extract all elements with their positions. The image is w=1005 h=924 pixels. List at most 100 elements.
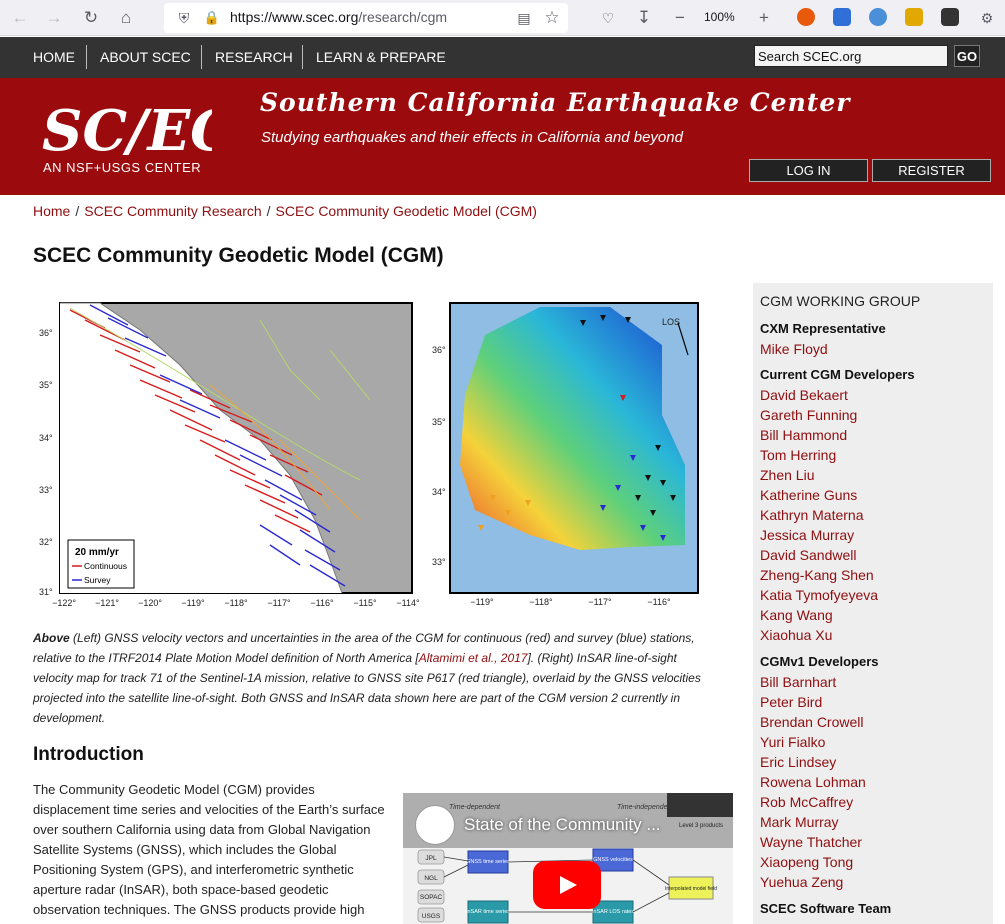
zoom-level[interactable]: 100%: [704, 10, 735, 24]
extension-badge-icon[interactable]: [905, 8, 923, 26]
person-link[interactable]: David Sandwell: [760, 547, 857, 563]
lon-tick: −119°: [181, 598, 205, 608]
person-link[interactable]: Xiaohua Xu: [760, 627, 832, 643]
pocket-icon[interactable]: ♡: [596, 6, 620, 30]
nav-about-scec[interactable]: ABOUT SCEC: [100, 49, 191, 65]
person-link[interactable]: Mark Murray: [760, 814, 839, 830]
back-icon[interactable]: ←: [8, 6, 32, 30]
lat-tick: 32°: [39, 537, 53, 547]
person-link[interactable]: Yuri Fialko: [760, 734, 825, 750]
login-button[interactable]: LOG IN: [749, 159, 868, 182]
zoom-out-icon[interactable]: −: [668, 6, 692, 30]
embedded-video[interactable]: Time-dependent Time-independent Level 3 …: [403, 793, 733, 924]
person-link[interactable]: Rob McCaffrey: [760, 794, 853, 810]
register-button[interactable]: REGISTER: [872, 159, 991, 182]
person-link[interactable]: Yuehua Zeng: [760, 874, 843, 890]
video-box-label: InSAR LOS rates: [592, 909, 634, 915]
lat-tick: 35°: [432, 417, 446, 427]
video-label: Level 3 products: [679, 823, 723, 829]
video-box-label: NGL: [424, 875, 438, 882]
lat-tick: 33°: [39, 485, 53, 495]
lon-tick: −117°: [267, 598, 291, 608]
person-link[interactable]: Zhen Liu: [760, 467, 814, 483]
breadcrumb-cgm[interactable]: SCEC Community Geodetic Model (CGM): [276, 203, 537, 219]
lat-tick: 36°: [432, 345, 446, 355]
bookmark-star-icon[interactable]: ☆: [540, 6, 564, 30]
legend-continuous: Continuous: [84, 561, 127, 571]
search-go-button[interactable]: GO: [954, 45, 980, 67]
nav-learn-prepare[interactable]: LEARN & PREPARE: [316, 49, 446, 65]
person-link[interactable]: Bill Hammond: [760, 427, 847, 443]
logo-subtitle: AN NSF+USGS CENTER: [43, 160, 202, 175]
video-box-label: InSAR time series: [466, 909, 510, 915]
lat-tick: 35°: [39, 380, 53, 390]
video-box-label: Interpolated model field: [665, 886, 717, 892]
person-link[interactable]: Katia Tymofyeyeva: [760, 587, 878, 603]
extension-dots-icon[interactable]: [941, 8, 959, 26]
person-link[interactable]: Mike Floyd: [760, 341, 828, 357]
breadcrumb-home[interactable]: Home: [33, 203, 70, 219]
person-link[interactable]: Eric Lindsey: [760, 754, 836, 770]
extension-s-icon[interactable]: [833, 8, 851, 26]
extension-duckduckgo-icon[interactable]: [797, 8, 815, 26]
lon-tick: −114°: [396, 598, 420, 608]
shield-icon[interactable]: ⛨: [172, 6, 196, 30]
person-link[interactable]: Bill Barnhart: [760, 674, 836, 690]
url-host: https://www.scec.org: [230, 9, 359, 25]
person-link[interactable]: Kathryn Materna: [760, 507, 864, 523]
person-link[interactable]: David Bekaert: [760, 387, 848, 403]
download-icon[interactable]: ↧: [632, 6, 656, 30]
person-link[interactable]: Peter Bird: [760, 694, 822, 710]
browser-toolbar: ← → ↻ ⌂ ⛨ 🔒 https://www.scec.org/researc…: [0, 0, 1005, 36]
person-link[interactable]: Rowena Lohman: [760, 774, 866, 790]
person-link[interactable]: Jessica Murray: [760, 527, 854, 543]
lon-tick: −120°: [138, 598, 162, 608]
zoom-in-icon[interactable]: +: [752, 6, 776, 30]
nav-research[interactable]: RESEARCH: [215, 49, 293, 65]
nav-home[interactable]: HOME: [33, 49, 75, 65]
lon-tick: −116°: [310, 598, 334, 608]
insar-los-map: LOS 36° 35° 34° 33° −119° −118° −117° −1…: [432, 302, 699, 607]
los-label: LOS: [662, 317, 680, 327]
person-link[interactable]: Kang Wang: [760, 607, 833, 623]
figure-caption: Above (Left) GNSS velocity vectors and u…: [33, 628, 713, 728]
site-search-input[interactable]: [754, 45, 948, 67]
person-link[interactable]: Gareth Funning: [760, 407, 857, 423]
person-link[interactable]: Brendan Crowell: [760, 714, 864, 730]
url-path: /research/cgm: [358, 9, 448, 25]
scec-logo[interactable]: SC/EC: [42, 88, 212, 158]
forward-icon[interactable]: →: [42, 6, 66, 30]
caption-citation-link[interactable]: Altamimi et al., 2017: [419, 651, 528, 665]
legend-title: 20 mm/yr: [75, 547, 119, 558]
lon-tick: −115°: [353, 598, 377, 608]
play-icon: [560, 876, 577, 894]
video-box-label: JPL: [425, 855, 437, 862]
lat-tick: 34°: [432, 487, 446, 497]
reload-icon[interactable]: ↻: [79, 6, 103, 30]
video-title[interactable]: State of the Community ...: [464, 815, 661, 835]
home-icon[interactable]: ⌂: [114, 6, 138, 30]
breadcrumb-community-research[interactable]: SCEC Community Research: [84, 203, 261, 219]
breadcrumb: Home / SCEC Community Research / SCEC Commun…: [33, 203, 537, 219]
person-link[interactable]: Tom Herring: [760, 447, 836, 463]
section-title-current-developers: Current CGM Developers: [760, 367, 915, 382]
url-text[interactable]: https://www.scec.org/research/cgm: [230, 9, 447, 25]
extension-search-icon[interactable]: [869, 8, 887, 26]
person-link[interactable]: Zheng-Kang Shen: [760, 567, 874, 583]
scec-logo-text: SC/EC: [42, 98, 212, 158]
youtube-play-button[interactable]: [533, 861, 601, 909]
extensions-puzzle-icon[interactable]: ⚙: [975, 6, 999, 30]
site-tagline: Studying earthquakes and their effects i…: [261, 129, 683, 146]
breadcrumb-separator: /: [266, 203, 271, 219]
section-title-cxm-representative: CXM Representative: [760, 321, 886, 336]
reader-view-icon[interactable]: ▤: [512, 6, 536, 30]
lon-tick-labels: −119° −118° −117° −116°: [470, 597, 671, 607]
lat-tick-labels: 36° 35° 34° 33° 32° 31°: [39, 328, 53, 597]
person-link[interactable]: Wayne Thatcher: [760, 834, 862, 850]
channel-logo[interactable]: [415, 805, 455, 845]
nav-divider: [86, 45, 87, 69]
person-link[interactable]: Xiaopeng Tong: [760, 854, 853, 870]
lat-tick: 34°: [39, 433, 53, 443]
breadcrumb-separator: /: [75, 203, 80, 219]
person-link[interactable]: Katherine Guns: [760, 487, 857, 503]
